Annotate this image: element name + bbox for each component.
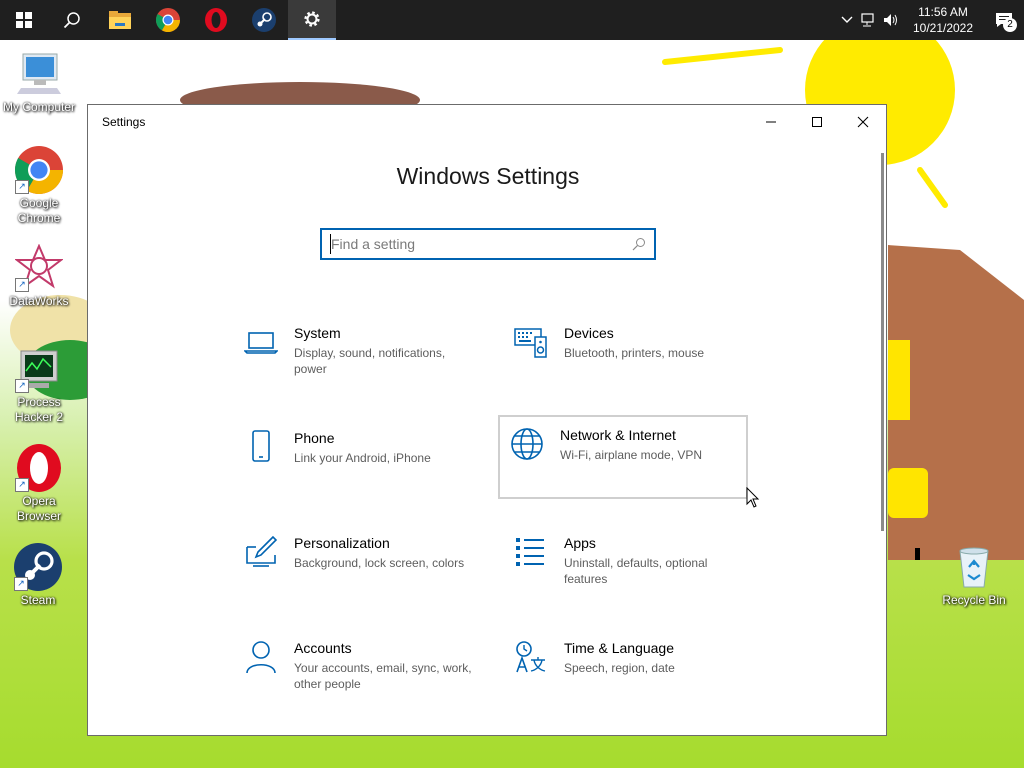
person-icon xyxy=(246,641,276,674)
volume-icon[interactable] xyxy=(880,0,902,40)
gear-icon xyxy=(304,11,320,27)
clock-date: 10/21/2022 xyxy=(912,21,974,35)
desktop-icon-process-hacker[interactable]: ↗ Process Hacker 2 xyxy=(1,345,77,425)
search-icon xyxy=(63,12,80,29)
taskbar: 11:56 AM 10/21/2022 2 xyxy=(0,0,1024,40)
devices-icon xyxy=(514,328,547,358)
recycle-bin-icon xyxy=(959,547,989,588)
notification-count-badge: 2 xyxy=(1003,18,1017,32)
taskbar-file-explorer[interactable] xyxy=(96,0,144,40)
category-name: System xyxy=(294,325,341,341)
apps-list-icon xyxy=(516,538,544,566)
shortcut-arrow-icon: ↗ xyxy=(15,478,29,492)
taskbar-search-button[interactable] xyxy=(48,0,96,40)
clock[interactable]: 11:56 AM 10/21/2022 xyxy=(908,4,978,36)
category-accounts[interactable]: Accounts Your accounts, email, sync, wor… xyxy=(232,628,482,712)
maximize-icon xyxy=(812,117,822,127)
category-description: Display, sound, notifications, power xyxy=(294,346,446,376)
title-bar[interactable]: Settings xyxy=(88,105,886,139)
category-description: Speech, region, date xyxy=(564,661,675,675)
desktop-icon-label: Google Chrome xyxy=(17,196,61,225)
category-apps[interactable]: Apps Uninstall, defaults, optional featu… xyxy=(502,523,752,607)
clock-time: 11:56 AM xyxy=(918,5,968,19)
laptop-icon xyxy=(244,332,278,354)
steam-icon xyxy=(252,8,276,32)
taskbar-steam[interactable] xyxy=(240,0,288,40)
taskbar-chrome[interactable] xyxy=(144,0,192,40)
category-time-language[interactable]: Time & Language Speech, region, date xyxy=(502,628,752,712)
shortcut-arrow-icon: ↗ xyxy=(15,379,29,393)
desktop-icon-steam[interactable]: ↗ Steam xyxy=(0,543,76,608)
minimize-icon xyxy=(766,121,776,123)
search-input[interactable] xyxy=(330,234,621,254)
desktop: 11:56 AM 10/21/2022 2 My Computer ↗ Goog… xyxy=(0,0,1024,768)
opera-icon xyxy=(205,8,227,32)
desktop-icon-label: DataWorks xyxy=(9,294,69,308)
shortcut-arrow-icon: ↗ xyxy=(15,180,29,194)
windows-logo-icon xyxy=(16,12,32,28)
chrome-icon xyxy=(156,8,180,32)
system-tray: 11:56 AM 10/21/2022 2 xyxy=(836,0,1024,40)
time-language-icon xyxy=(516,641,546,673)
category-name: Personalization xyxy=(294,535,390,551)
scrollbar[interactable] xyxy=(881,153,884,531)
category-personalization[interactable]: Personalization Background, lock screen,… xyxy=(232,523,482,607)
search-box[interactable] xyxy=(320,228,656,260)
category-network-internet[interactable]: Network & Internet Wi-Fi, airplane mode,… xyxy=(498,415,748,499)
category-name: Devices xyxy=(564,325,614,341)
desktop-icon-label: My Computer xyxy=(2,100,76,114)
network-icon[interactable] xyxy=(858,0,880,40)
desktop-icon-opera-browser[interactable]: ↗ Opera Browser xyxy=(1,444,77,524)
folder-icon xyxy=(109,11,131,29)
action-center-button[interactable]: 2 xyxy=(984,0,1024,40)
desktop-icon-dataworks[interactable]: ↗ DataWorks xyxy=(1,243,77,309)
category-devices[interactable]: Devices Bluetooth, printers, mouse xyxy=(502,313,752,397)
taskbar-settings[interactable] xyxy=(288,0,336,40)
shortcut-arrow-icon: ↗ xyxy=(14,577,28,591)
globe-icon xyxy=(511,428,543,460)
category-name: Network & Internet xyxy=(560,427,676,443)
desktop-icon-my-computer[interactable]: My Computer xyxy=(1,50,77,115)
desktop-icon-google-chrome[interactable]: ↗ Google Chrome xyxy=(1,146,77,226)
page-title: Windows Settings xyxy=(396,163,580,189)
desktop-icon-recycle-bin[interactable]: Recycle Bin xyxy=(936,543,1012,608)
category-description: Link your Android, iPhone xyxy=(294,451,431,465)
personalization-icon xyxy=(246,535,278,567)
category-description: Your accounts, email, sync, work, other … xyxy=(294,661,472,691)
category-description: Bluetooth, printers, mouse xyxy=(564,346,705,360)
taskbar-opera[interactable] xyxy=(192,0,240,40)
chevron-up-icon[interactable] xyxy=(836,0,858,40)
phone-icon xyxy=(252,430,270,462)
start-button[interactable] xyxy=(0,0,48,40)
category-name: Apps xyxy=(564,535,596,551)
desktop-icon-label: Recycle Bin xyxy=(942,593,1006,607)
desktop-icon-label: Process Hacker 2 xyxy=(14,395,64,424)
minimize-button[interactable] xyxy=(748,105,794,139)
category-name: Accounts xyxy=(294,640,352,656)
category-description: Wi-Fi, airplane mode, VPN xyxy=(560,448,703,462)
close-button[interactable] xyxy=(840,105,886,139)
category-phone[interactable]: Phone Link your Android, iPhone xyxy=(232,418,482,502)
maximize-button[interactable] xyxy=(794,105,840,139)
desktop-icon-label: Opera Browser xyxy=(16,494,61,523)
window-title: Settings xyxy=(102,115,146,129)
category-name: Phone xyxy=(294,430,335,446)
category-name: Time & Language xyxy=(564,640,674,656)
shortcut-arrow-icon: ↗ xyxy=(15,278,29,292)
settings-window: Settings Windows Settings Find a setting… xyxy=(87,104,887,736)
category-description: Uninstall, defaults, optional features xyxy=(564,556,708,586)
search-icon[interactable] xyxy=(632,237,646,251)
computer-icon xyxy=(17,53,61,94)
mouse-cursor-icon xyxy=(746,487,760,508)
category-description: Background, lock screen, colors xyxy=(294,556,465,570)
desktop-icon-label: Steam xyxy=(20,593,56,607)
category-system[interactable]: System Display, sound, notifications, po… xyxy=(232,313,482,397)
close-icon xyxy=(857,116,869,128)
